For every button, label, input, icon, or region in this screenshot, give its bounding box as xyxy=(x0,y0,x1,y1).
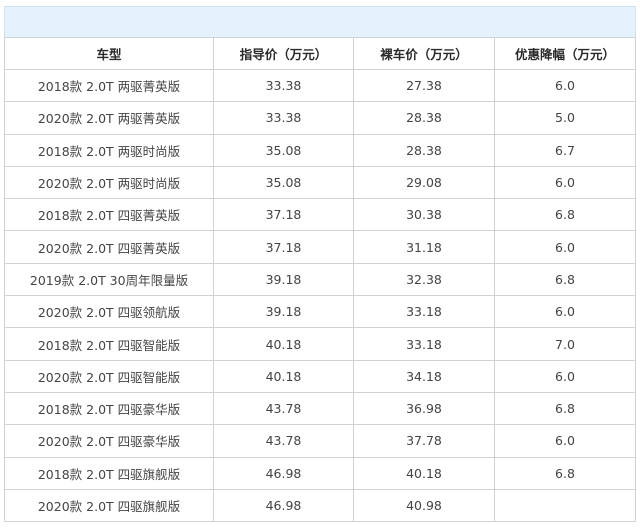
cell-model: 2020款 2.0T 四驱旗舰版 xyxy=(4,488,214,523)
table-row: 2020款 2.0T 四驱豪华版 43.78 37.78 6.0 xyxy=(4,424,636,458)
cell-bare-price: 36.98 xyxy=(353,391,495,426)
cell-model: 2018款 2.0T 四驱豪华版 xyxy=(4,391,214,426)
table-row: 2018款 2.0T 两驱时尚版 35.08 28.38 6.7 xyxy=(4,133,636,167)
cell-bare-price: 30.38 xyxy=(353,198,495,232)
cell-discount: 5.0 xyxy=(494,101,636,135)
table-row: 2018款 2.0T 四驱智能版 40.18 33.18 7.0 xyxy=(4,327,636,361)
cell-bare-price: 34.18 xyxy=(353,359,495,393)
table-row: 2019款 2.0T 30周年限量版 39.18 32.38 6.8 xyxy=(4,262,636,297)
cell-msrp: 37.18 xyxy=(213,198,354,232)
cell-bare-price: 37.78 xyxy=(353,424,495,458)
cell-bare-price: 32.38 xyxy=(353,262,495,297)
cell-msrp: 46.98 xyxy=(213,456,354,490)
cell-msrp: 40.18 xyxy=(213,359,354,393)
table-row: 2018款 2.0T 四驱豪华版 43.78 36.98 6.8 xyxy=(4,391,636,426)
cell-msrp: 39.18 xyxy=(213,295,354,329)
cell-bare-price: 33.18 xyxy=(353,295,495,329)
cell-model: 2020款 2.0T 四驱领航版 xyxy=(4,295,214,329)
cell-bare-price: 40.98 xyxy=(353,488,495,523)
cell-msrp: 35.08 xyxy=(213,165,354,200)
cell-model: 2020款 2.0T 两驱菁英版 xyxy=(4,101,214,135)
table-row: 2020款 2.0T 四驱菁英版 37.18 31.18 6.0 xyxy=(4,230,636,264)
cell-msrp: 33.38 xyxy=(213,68,354,103)
table-row: 2018款 2.0T 四驱菁英版 37.18 30.38 6.8 xyxy=(4,198,636,232)
cell-msrp: 39.18 xyxy=(213,262,354,297)
table-row: 2020款 2.0T 四驱旗舰版 46.98 40.98 xyxy=(4,488,636,523)
cell-msrp: 40.18 xyxy=(213,327,354,361)
cell-model: 2018款 2.0T 两驱时尚版 xyxy=(4,133,214,167)
table-row: 2018款 2.0T 四驱旗舰版 46.98 40.18 6.8 xyxy=(4,456,636,490)
cell-discount: 6.7 xyxy=(494,133,636,167)
header-discount: 优惠降幅（万元） xyxy=(494,37,636,70)
cell-discount: 6.0 xyxy=(494,68,636,103)
header-model: 车型 xyxy=(4,37,214,70)
header-msrp: 指导价（万元） xyxy=(213,37,354,70)
cell-model: 2019款 2.0T 30周年限量版 xyxy=(4,262,214,297)
cell-msrp: 43.78 xyxy=(213,391,354,426)
cell-msrp: 43.78 xyxy=(213,424,354,458)
cell-bare-price: 40.18 xyxy=(353,456,495,490)
table-top-band xyxy=(4,6,636,38)
cell-discount: 6.0 xyxy=(494,165,636,200)
cell-model: 2018款 2.0T 四驱菁英版 xyxy=(4,198,214,232)
cell-discount: 6.0 xyxy=(494,424,636,458)
cell-discount: 6.0 xyxy=(494,230,636,264)
table-row: 2018款 2.0T 两驱菁英版 33.38 27.38 6.0 xyxy=(4,68,636,103)
cell-discount: 7.0 xyxy=(494,327,636,361)
table-row: 2020款 2.0T 四驱领航版 39.18 33.18 6.0 xyxy=(4,295,636,329)
cell-bare-price: 31.18 xyxy=(353,230,495,264)
cell-model: 2020款 2.0T 四驱菁英版 xyxy=(4,230,214,264)
cell-model: 2020款 2.0T 四驱智能版 xyxy=(4,359,214,393)
cell-discount: 6.8 xyxy=(494,262,636,297)
cell-discount xyxy=(494,488,636,523)
header-bare-price: 裸车价（万元） xyxy=(353,37,495,70)
table-row: 2020款 2.0T 两驱时尚版 35.08 29.08 6.0 xyxy=(4,165,636,200)
cell-bare-price: 29.08 xyxy=(353,165,495,200)
cell-model: 2018款 2.0T 四驱智能版 xyxy=(4,327,214,361)
cell-bare-price: 28.38 xyxy=(353,101,495,135)
cell-bare-price: 27.38 xyxy=(353,68,495,103)
cell-msrp: 46.98 xyxy=(213,488,354,523)
cell-discount: 6.8 xyxy=(494,391,636,426)
table-row: 2020款 2.0T 四驱智能版 40.18 34.18 6.0 xyxy=(4,359,636,393)
cell-model: 2020款 2.0T 四驱豪华版 xyxy=(4,424,214,458)
cell-discount: 6.8 xyxy=(494,198,636,232)
cell-model: 2020款 2.0T 两驱时尚版 xyxy=(4,165,214,200)
cell-msrp: 35.08 xyxy=(213,133,354,167)
cell-bare-price: 33.18 xyxy=(353,327,495,361)
cell-msrp: 37.18 xyxy=(213,230,354,264)
page: 车型 指导价（万元） 裸车价（万元） 优惠降幅（万元） 2018款 2.0T 两… xyxy=(0,0,640,530)
cell-discount: 6.0 xyxy=(494,295,636,329)
price-table: 车型 指导价（万元） 裸车价（万元） 优惠降幅（万元） 2018款 2.0T 两… xyxy=(4,37,636,523)
cell-model: 2018款 2.0T 四驱旗舰版 xyxy=(4,456,214,490)
table-header-row: 车型 指导价（万元） 裸车价（万元） 优惠降幅（万元） xyxy=(4,37,636,70)
cell-discount: 6.0 xyxy=(494,359,636,393)
cell-discount: 6.8 xyxy=(494,456,636,490)
cell-model: 2018款 2.0T 两驱菁英版 xyxy=(4,68,214,103)
cell-msrp: 33.38 xyxy=(213,101,354,135)
table-row: 2020款 2.0T 两驱菁英版 33.38 28.38 5.0 xyxy=(4,101,636,135)
cell-bare-price: 28.38 xyxy=(353,133,495,167)
